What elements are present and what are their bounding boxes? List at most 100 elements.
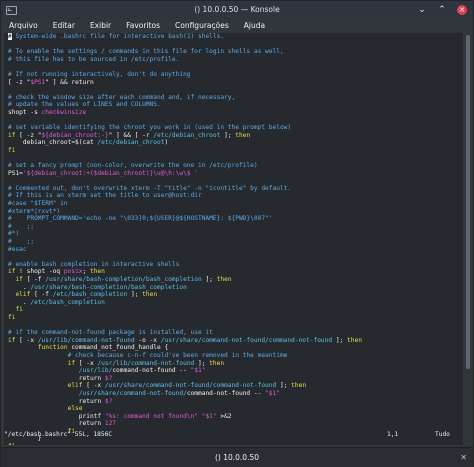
code-line: # if the command-not-found package is in…	[8, 329, 213, 336]
keep-above-icon[interactable]: ⌄	[417, 5, 427, 15]
code-token: " ] && [ -r	[108, 131, 154, 139]
code-line: return $?	[8, 397, 113, 405]
code-token: # ;;	[8, 222, 35, 230]
code-token: checkwinsize	[41, 108, 87, 116]
code-token: # If not running interactively, don't do…	[8, 70, 191, 78]
code-token: if	[8, 276, 23, 283]
code-token: .	[8, 298, 31, 306]
menu-favoritos[interactable]: Favoritos	[118, 19, 167, 33]
code-token: fi	[8, 443, 15, 445]
code-token: then	[142, 291, 158, 299]
code-line: return 127	[8, 420, 116, 427]
code-token: else	[8, 405, 83, 413]
code-line: printf "%s: command not found\n" "$1" >&…	[8, 413, 232, 420]
code-token: ];	[276, 382, 292, 390]
code-line: fi	[8, 306, 22, 313]
code-line: [ -z "$PS1" ] && return	[8, 79, 94, 86]
code-token: [ -f	[30, 291, 53, 299]
window-title: () 10.0.0.50 — Konsole	[194, 5, 280, 14]
code-token: /usr/share/bash-completion/bash_completi…	[45, 276, 202, 283]
session-tab[interactable]: () 10.0.0.50 ✕	[1, 449, 473, 466]
terminal-scrollbar[interactable]	[464, 33, 472, 445]
code-token: )	[164, 139, 169, 147]
code-token: # Commented out, don't overwrite xterm -…	[8, 184, 292, 192]
code-line: # If this is an xterm set the title to u…	[8, 192, 202, 199]
code-token: elif	[8, 291, 31, 299]
scrollbar-thumb[interactable]	[466, 35, 470, 369]
code-line: #*)	[8, 230, 19, 237]
code-token: ];	[127, 291, 143, 299]
code-token: # To enable the settings / commands in t…	[8, 48, 284, 56]
code-line: debian_chroot=$(cat /etc/debian_chroot)	[8, 139, 168, 146]
code-line: shopt -s checkwinsize	[8, 109, 86, 116]
menu-configuracoes[interactable]: Configurações	[167, 19, 236, 33]
editor-buffer[interactable]: # System-wide .bashrc file for interacti…	[4, 33, 463, 445]
code-line: # PROMPT_COMMAND='echo -ne "\033]0;${USE…	[8, 215, 273, 222]
code-token: >&2	[216, 412, 232, 420]
code-token: -o -x	[134, 336, 161, 344]
menu-editar[interactable]: Editar	[45, 19, 82, 33]
code-token: then	[89, 268, 105, 276]
minimize-icon[interactable]: ⌃	[437, 5, 447, 15]
code-token: /usr/share/command-not-found/	[78, 389, 187, 397]
code-line: # enable bash completion in interactive …	[8, 261, 179, 268]
code-token: command_not_found_handle {	[67, 344, 169, 352]
code-token: [ -x	[82, 382, 105, 390]
menu-arquivo[interactable]: Arquivo	[1, 19, 45, 33]
code-token: # If this is an xterm set the title to u…	[8, 192, 202, 200]
code-line: if [ -f /usr/share/bash-completion/bash_…	[8, 276, 231, 283]
menu-exibir[interactable]: Exibir	[82, 19, 118, 33]
code-token: /usr/lib/	[78, 367, 113, 375]
code-token: then	[347, 336, 362, 344]
code-token: $?	[104, 397, 113, 405]
status-file-info: "/etc/bash.bashrc" 55L, 1856C	[4, 431, 113, 438]
terminal-view[interactable]: # System-wide .bashrc file for interacti…	[4, 33, 463, 445]
code-line: # System-wide .bashrc file for interacti…	[8, 33, 224, 40]
code-token: command-not-found --	[112, 367, 191, 375]
code-line: #esac	[8, 246, 27, 253]
code-token: elif	[8, 382, 83, 390]
window-controls: ⌄ ⌃ ✕	[417, 1, 467, 19]
code-line: function command_not_found_handle {	[8, 344, 168, 351]
session-tab-label: () 10.0.0.50	[214, 453, 260, 462]
code-line: else	[8, 405, 83, 412]
tab-close-icon[interactable]: ✕	[460, 453, 467, 462]
code-token: "%s: command not found\n"	[104, 412, 198, 420]
code-line: # set variable identifying the chroot yo…	[8, 124, 291, 131]
terminal-icon	[6, 5, 17, 15]
code-token: #*)	[8, 230, 20, 238]
code-token: shopt -s	[8, 108, 42, 116]
code-line: # check because c-n-f could've been remo…	[8, 352, 288, 359]
code-token: ! shopt -oq	[15, 268, 64, 276]
title-bar[interactable]: () 10.0.0.50 — Konsole ⌄ ⌃ ✕	[1, 1, 473, 19]
code-token: return	[8, 397, 105, 405]
code-line: /usr/lib/command-not-found -- "$1"	[8, 367, 206, 375]
code-line: # ;;	[8, 223, 34, 230]
code-token: "$1"	[265, 389, 280, 397]
code-token: fi	[8, 146, 16, 154]
code-token: [ -z "	[15, 131, 42, 139]
code-token: /usr/share/command-not-found/command-not…	[104, 382, 277, 390]
code-token: # ;;	[8, 238, 35, 246]
code-token: .	[8, 283, 31, 291]
code-token: ];	[194, 359, 210, 367]
code-line: # If not running interactively, don't do…	[8, 71, 191, 78]
menu-ajuda[interactable]: Ajuda	[236, 19, 272, 33]
code-token: ${debian_chroot:-}	[41, 131, 109, 139]
code-token: /usr/share/command-not-found/command-not…	[160, 336, 333, 344]
code-token: "$1"	[201, 412, 217, 420]
tab-bar: () 10.0.0.50 ✕	[1, 447, 473, 467]
code-token: 127	[104, 420, 117, 428]
code-line: elif [ -x /usr/share/command-not-found/c…	[8, 382, 306, 389]
code-line: if ! shopt -oq posix; then	[8, 268, 105, 275]
code-line: if [ -x /usr/lib/command-not-found ]; th…	[8, 359, 225, 367]
code-token: posix	[63, 268, 83, 276]
code-token: printf	[8, 412, 105, 420]
code-token: #case "$TERM" in	[8, 200, 68, 208]
code-token: ];	[220, 131, 236, 139]
code-token: debian_chroot=$(cat	[8, 139, 98, 147]
code-token: fi	[8, 313, 16, 321]
code-token: " ] && return	[45, 78, 94, 86]
code-token: # check the window size after each comma…	[8, 93, 236, 101]
close-icon[interactable]: ✕	[457, 5, 467, 15]
